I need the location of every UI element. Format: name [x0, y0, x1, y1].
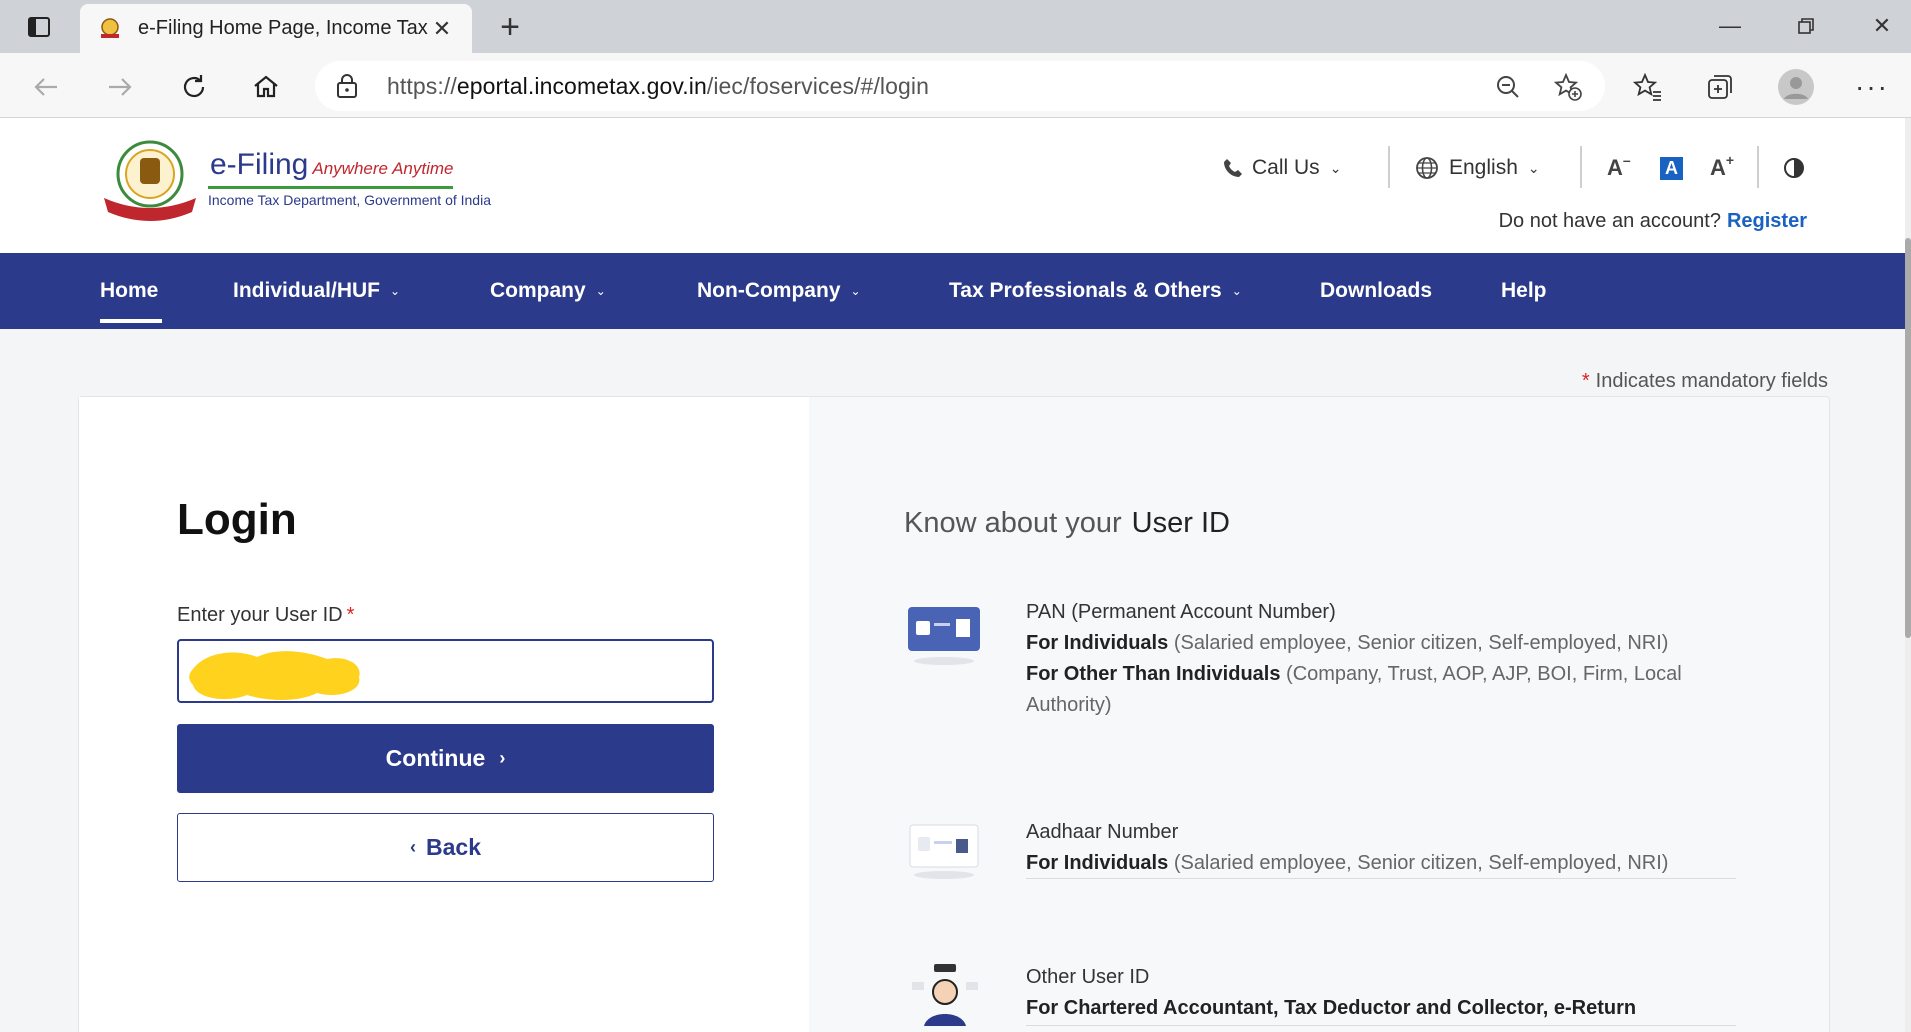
nav-active-indicator [100, 319, 162, 323]
contrast-icon [1784, 158, 1804, 178]
logo-underline [208, 186, 453, 189]
nav-item-help[interactable]: Help [1501, 253, 1547, 329]
profile-avatar-icon[interactable] [1776, 67, 1816, 107]
emblem-favicon-icon [96, 15, 124, 43]
add-favorite-icon[interactable] [1550, 69, 1586, 105]
pan-info: PAN (Permanent Account Number) For Indiv… [904, 597, 1764, 717]
chevron-down-icon: ⌄ [1329, 159, 1342, 176]
nav-item-non-company[interactable]: Non-Company ⌄ [697, 253, 861, 329]
header-divider [1757, 146, 1759, 188]
main-navigation: Home Individual/HUF ⌄ Company ⌄ Non-Compan… [0, 253, 1911, 329]
globe-icon [1416, 157, 1438, 179]
close-window-icon[interactable]: ✕ [1852, 6, 1911, 46]
web-page: e-Filing Anywhere Anytime Income Tax Depa… [0, 118, 1911, 1032]
chevron-left-icon: ‹ [410, 837, 416, 857]
call-us-label: Call Us [1252, 156, 1320, 179]
browser-tab-bar: e-Filing Home Page, Income Tax ✕ + — ✕ [0, 0, 1911, 53]
pan-card-icon [908, 607, 980, 665]
pan-description: PAN (Permanent Account Number) For Indiv… [1026, 597, 1726, 721]
restore-icon[interactable] [1776, 6, 1836, 46]
other-user-id-description: Other User ID For Chartered Accountant, … [1026, 962, 1726, 1024]
chevron-right-icon: › [499, 748, 506, 768]
chevron-down-icon: ⌄ [595, 284, 606, 298]
contrast-toggle-button[interactable] [1782, 148, 1806, 188]
nav-item-individual-huf[interactable]: Individual/HUF ⌄ [233, 253, 400, 329]
address-bar[interactable]: https://eportal.incometax.gov.in/iec/fos… [315, 61, 1605, 111]
collections-icon[interactable] [1700, 67, 1740, 107]
user-id-input[interactable] [177, 639, 714, 703]
site-header: e-Filing Anywhere Anytime Income Tax Depa… [0, 118, 1911, 253]
efiling-logo[interactable]: e-Filing Anywhere Anytime Income Tax Depa… [100, 136, 491, 226]
page-scrollbar[interactable] [1905, 118, 1911, 1032]
nav-item-home[interactable]: Home [100, 253, 158, 329]
tab-close-icon[interactable]: ✕ [428, 16, 456, 42]
aadhaar-name: Aadhaar Number [1026, 821, 1179, 843]
address-url: https://eportal.incometax.gov.in/iec/fos… [387, 72, 930, 99]
mandatory-fields-note: * Indicates mandatory fields [1581, 370, 1828, 392]
other-user-id-name: Other User ID [1026, 966, 1150, 988]
phone-icon [1224, 159, 1242, 177]
home-icon[interactable] [244, 65, 288, 109]
font-increase-icon: A [1710, 155, 1726, 180]
chevron-down-icon: ⌄ [1527, 159, 1540, 176]
aadhaar-description: Aadhaar Number For Individuals (Salaried… [1026, 817, 1726, 879]
nav-item-tax-professionals[interactable]: Tax Professionals & Others ⌄ [949, 253, 1242, 329]
redaction-mark [189, 651, 360, 700]
more-menu-icon[interactable]: ··· [1852, 67, 1892, 107]
know-user-id-title: Know about your User ID [904, 507, 1230, 539]
back-button[interactable]: ‹ Back [177, 813, 714, 882]
chevron-down-icon: ⌄ [390, 284, 401, 298]
header-divider [1580, 146, 1582, 188]
language-label: English [1449, 156, 1518, 179]
font-decrease-button[interactable]: A – [1607, 148, 1631, 188]
login-title: Login [177, 495, 297, 544]
aadhaar-info: Aadhaar Number For Individuals (Salaried… [904, 817, 1764, 897]
tab-title: e-Filing Home Page, Income Tax [138, 17, 428, 39]
nav-item-company[interactable]: Company ⌄ [490, 253, 606, 329]
call-us-dropdown[interactable]: Call Us ⌄ [1222, 148, 1341, 188]
new-tab-icon[interactable]: + [490, 8, 530, 48]
logo-title: e-Filing Anywhere Anytime [210, 148, 454, 181]
font-normal-button[interactable]: A [1660, 148, 1683, 188]
minimize-icon[interactable]: — [1700, 6, 1760, 46]
user-id-label: Enter your User ID * [177, 604, 355, 626]
logo-subtitle: Income Tax Department, Government of Ind… [208, 192, 491, 208]
forward-arrow-icon[interactable] [98, 65, 142, 109]
aadhaar-card-icon [909, 824, 979, 879]
tab-actions-icon [28, 17, 50, 37]
account-prompt-text: Do not have an account? [1498, 210, 1721, 232]
continue-button[interactable]: Continue › [177, 724, 714, 793]
lock-icon[interactable] [335, 73, 359, 99]
back-arrow-icon[interactable] [24, 65, 68, 109]
income-tax-emblem-icon [104, 140, 196, 221]
header-divider [1388, 146, 1390, 188]
account-prompt: Do not have an account? Register [1499, 210, 1807, 233]
browser-tab[interactable]: e-Filing Home Page, Income Tax ✕ [80, 4, 472, 53]
font-increase-button[interactable]: A + [1710, 148, 1734, 188]
register-link[interactable]: Register [1727, 210, 1807, 232]
browser-toolbar: https://eportal.incometax.gov.in/iec/fos… [0, 53, 1911, 118]
font-decrease-icon: A [1607, 155, 1623, 180]
font-normal-icon: A [1660, 156, 1683, 180]
professional-avatar-icon [912, 964, 978, 1026]
reload-icon[interactable] [172, 65, 216, 109]
nav-item-downloads[interactable]: Downloads [1320, 253, 1432, 329]
login-panel: Login Enter your User ID * Continue › ‹ Bac… [79, 397, 809, 1032]
favorites-icon[interactable] [1628, 67, 1668, 107]
other-user-id-info: Other User ID For Chartered Accountant, … [904, 962, 1764, 1032]
pan-name: PAN (Permanent Account Number) [1026, 601, 1336, 623]
chevron-down-icon: ⌄ [1231, 284, 1242, 298]
login-card: Login Enter your User ID * Continue › ‹ Bac… [78, 396, 1830, 1032]
chevron-down-icon: ⌄ [850, 284, 861, 298]
scrollbar-thumb[interactable] [1905, 238, 1911, 638]
tab-actions-button[interactable] [18, 12, 60, 42]
language-dropdown[interactable]: English ⌄ [1415, 148, 1540, 188]
zoom-out-icon[interactable] [1490, 69, 1526, 105]
